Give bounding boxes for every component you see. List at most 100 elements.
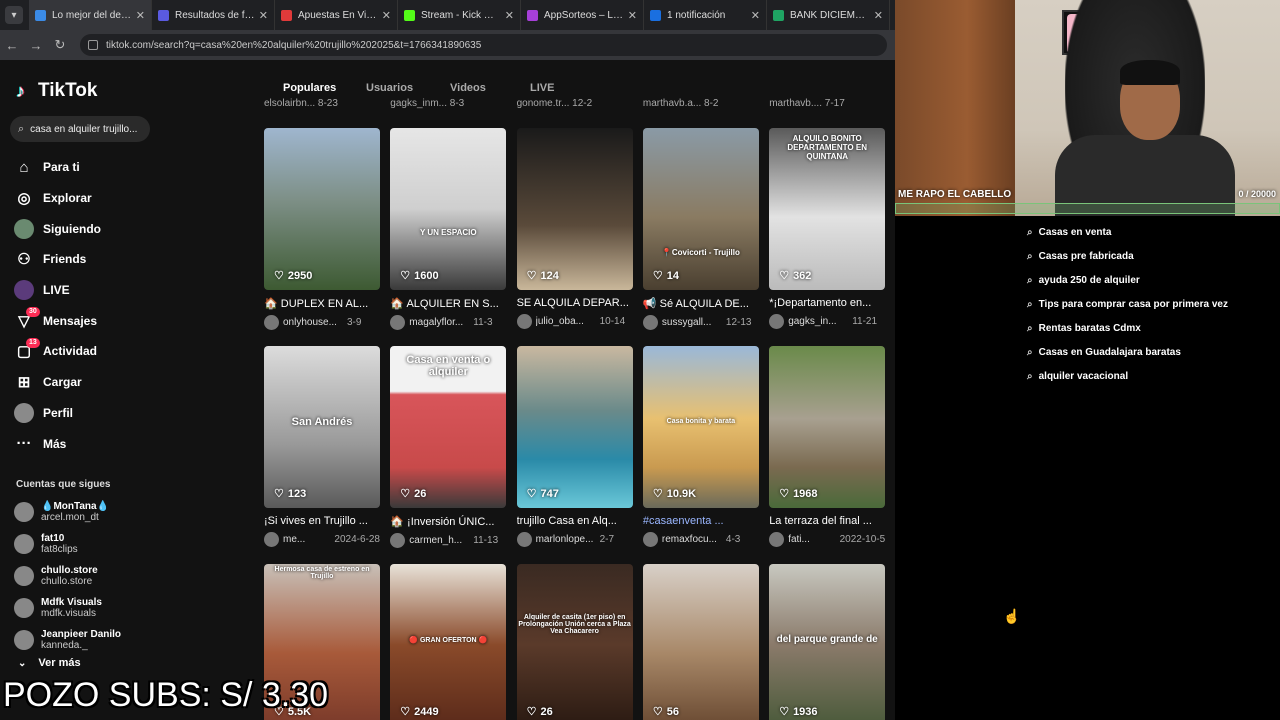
site-info-icon[interactable] — [88, 40, 98, 50]
video-caption[interactable]: ¡Si vives en Trujillo ... — [264, 515, 380, 527]
username[interactable]: magalyflor... — [409, 317, 467, 328]
following-item[interactable]: fat10 fat8clips — [14, 528, 121, 560]
avatar[interactable] — [516, 532, 532, 547]
video-caption[interactable]: 📢 Sé ALQUILA DE... — [643, 297, 759, 310]
related-search-item[interactable]: ⌕ Casas en venta — [1027, 220, 1228, 244]
address-bar[interactable]: tiktok.com/search?q=casa%20en%20alquiler… — [80, 34, 887, 56]
video-card[interactable]: San Andrés ♡ 123 ¡Si vives en Trujillo ..… — [264, 346, 380, 547]
reload-icon[interactable]: ↻ — [48, 37, 72, 53]
browser-tab[interactable]: Stream - Kick Dashbo ✕ — [398, 0, 521, 30]
video-thumbnail[interactable]: 🔴 GRAN OFERTON 🔴 ♡ 2449 — [390, 564, 507, 720]
close-icon[interactable]: ✕ — [751, 9, 760, 22]
browser-tab[interactable]: 1 notificación ✕ — [644, 0, 767, 30]
close-icon[interactable]: ✕ — [505, 9, 514, 22]
username[interactable]: gagks_in... — [788, 316, 846, 327]
video-caption[interactable]: #casaenventa ... — [643, 515, 759, 527]
sidebar-item-actividad[interactable]: ▢ Actividad 13 — [14, 336, 101, 367]
close-icon[interactable]: ✕ — [874, 9, 883, 22]
video-caption[interactable]: 🏠 ¡Inversión ÚNIC... — [390, 515, 506, 528]
username[interactable]: me... — [283, 534, 328, 545]
video-card[interactable]: ♡ 56 — [642, 564, 759, 720]
video-card[interactable]: ALQUILO BONITO DEPARTAMENTO EN QUINTANA … — [769, 128, 886, 329]
browser-tab[interactable]: BANK DICIEMBRE 2D ✕ — [767, 0, 890, 30]
video-thumbnail[interactable]: San Andrés ♡ 123 — [264, 346, 380, 508]
video-card[interactable]: ♡ 747 trujillo Casa en Alq... marlonlope.… — [516, 346, 633, 547]
video-caption[interactable]: *¡Departamento en... — [769, 297, 885, 309]
video-thumbnail[interactable]: ♡ 56 — [642, 564, 759, 720]
video-caption[interactable]: SE ALQUILA DEPAR... — [517, 297, 633, 309]
see-more-button[interactable]: ⌄ Ver más — [18, 657, 81, 669]
sidebar-item-parati[interactable]: ⌂ Para ti — [14, 152, 101, 183]
video-caption[interactable]: trujillo Casa en Alq... — [517, 515, 633, 527]
search-input[interactable]: ⌕ casa en alquiler trujillo... — [10, 116, 150, 142]
avatar[interactable] — [516, 314, 532, 329]
browser-tab[interactable]: AppSorteos – La Rul ✕ — [521, 0, 644, 30]
close-icon[interactable]: ✕ — [628, 9, 637, 22]
tab-search-button[interactable]: ▾ — [5, 6, 23, 24]
username[interactable]: remaxfocu... — [662, 534, 720, 545]
browser-tab[interactable]: Lo mejor del deporte ✕ — [29, 0, 152, 30]
following-item[interactable]: Mdfk Visuals mdfk.visuals — [14, 592, 121, 624]
avatar[interactable] — [390, 315, 406, 330]
avatar[interactable] — [390, 533, 406, 548]
video-thumbnail[interactable]: Casa bonita y barata ♡ 10.9K — [642, 346, 759, 508]
video-card[interactable]: 📍Covicorti - Trujillo ♡ 14 📢 Sé ALQUILA D… — [642, 128, 759, 330]
sidebar-item-cargar[interactable]: ⊞ Cargar — [14, 367, 101, 398]
video-thumbnail[interactable]: Casa en venta o alquiler ♡ 26 — [390, 346, 507, 508]
sidebar-item-explorar[interactable]: ◎ Explorar — [14, 183, 101, 214]
avatar[interactable] — [642, 315, 658, 330]
video-thumbnail[interactable]: del parque grande de ♡ 1936 — [769, 564, 886, 720]
related-search-item[interactable]: ⌕ Casas en Guadalajara baratas — [1027, 340, 1228, 364]
username[interactable]: carmen_h... — [409, 535, 467, 546]
related-search-item[interactable]: ⌕ Casas pre fabricada — [1027, 244, 1228, 268]
username[interactable]: sussygall... — [662, 317, 720, 328]
forward-icon[interactable]: → — [24, 38, 48, 53]
related-search-item[interactable]: ⌕ ayuda 250 de alquiler — [1027, 268, 1228, 292]
video-caption[interactable]: 🏠 ALQUILER EN S... — [390, 297, 506, 310]
video-caption[interactable]: 🏠 DUPLEX EN AL... — [264, 297, 380, 310]
close-icon[interactable]: ✕ — [259, 9, 268, 22]
video-thumbnail[interactable]: ALQUILO BONITO DEPARTAMENTO EN QUINTANA … — [769, 128, 886, 290]
video-card[interactable]: 🔴 GRAN OFERTON 🔴 ♡ 2449 — [390, 564, 507, 720]
video-thumbnail[interactable]: Y UN ESPACIO ♡ 1600 — [390, 128, 507, 290]
related-search-item[interactable]: ⌕ Tips para comprar casa por primera vez — [1027, 292, 1228, 316]
username[interactable]: marlonlope... — [536, 534, 594, 545]
video-caption[interactable]: La terraza del final ... — [769, 515, 885, 527]
video-thumbnail[interactable]: ♡ 124 — [516, 128, 633, 290]
close-icon[interactable]: ✕ — [382, 9, 391, 22]
browser-tab[interactable]: Resultados de fútbol ✕ — [152, 0, 275, 30]
video-thumbnail[interactable]: ♡ 2950 — [264, 128, 380, 290]
video-card[interactable]: ♡ 1968 La terraza del final ... fati... 20… — [769, 346, 886, 547]
sidebar-item-perfil[interactable]: Perfil — [14, 398, 101, 429]
video-card[interactable]: del parque grande de ♡ 1936 — [769, 564, 886, 720]
video-card[interactable]: ♡ 2950 🏠 DUPLEX EN AL... onlyhouse... 3-9 — [264, 128, 380, 330]
video-card[interactable]: Casa bonita y barata ♡ 10.9K #casaenventa… — [642, 346, 759, 547]
video-card[interactable]: Alquiler de casita (1er piso) en Prolong… — [516, 564, 633, 720]
sidebar-item-ms[interactable]: ··· Más — [14, 428, 101, 459]
video-thumbnail[interactable]: Alquiler de casita (1er piso) en Prolong… — [516, 564, 633, 720]
video-card[interactable]: Casa en venta o alquiler ♡ 26 🏠 ¡Inversió… — [390, 346, 507, 548]
video-card[interactable]: ♡ 124 SE ALQUILA DEPAR... julio_oba... 10-… — [516, 128, 633, 329]
following-item[interactable]: Jeanpieer Danilo kanneda._ — [14, 624, 121, 656]
video-thumbnail[interactable]: 📍Covicorti - Trujillo ♡ 14 — [642, 128, 759, 290]
video-thumbnail[interactable]: ♡ 747 — [516, 346, 633, 508]
avatar[interactable] — [769, 532, 785, 547]
username[interactable]: julio_oba... — [536, 316, 594, 327]
avatar[interactable] — [769, 314, 785, 329]
video-thumbnail[interactable]: ♡ 1968 — [769, 346, 886, 508]
username[interactable]: onlyhouse... — [283, 317, 341, 328]
following-item[interactable]: chullo.store chullo.store — [14, 560, 121, 592]
browser-tab[interactable]: Apuestas En Vivo - Pe ✕ — [275, 0, 398, 30]
username[interactable]: fati... — [788, 534, 833, 545]
sidebar-item-siguiendo[interactable]: Siguiendo — [14, 213, 101, 244]
sidebar-item-friends[interactable]: ⚇ Friends — [14, 244, 101, 275]
tiktok-logo[interactable]: ♪ TikTok — [16, 80, 97, 102]
related-search-item[interactable]: ⌕ alquiler vacacional — [1027, 364, 1228, 388]
related-search-item[interactable]: ⌕ Rentas baratas Cdmx — [1027, 316, 1228, 340]
video-card[interactable]: Y UN ESPACIO ♡ 1600 🏠 ALQUILER EN S... ma… — [390, 128, 507, 330]
avatar[interactable] — [642, 532, 658, 547]
sidebar-item-live[interactable]: LIVE — [14, 275, 101, 306]
close-icon[interactable]: ✕ — [136, 9, 145, 22]
sidebar-item-mensajes[interactable]: ▽ Mensajes 30 — [14, 305, 101, 336]
avatar[interactable] — [264, 532, 279, 547]
